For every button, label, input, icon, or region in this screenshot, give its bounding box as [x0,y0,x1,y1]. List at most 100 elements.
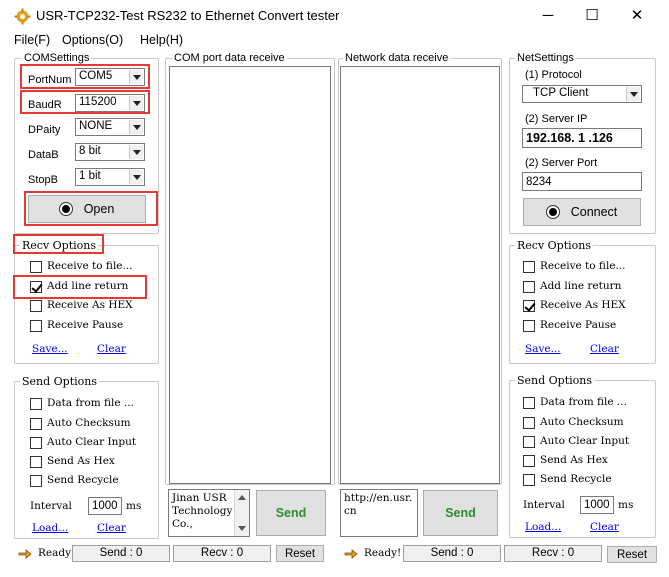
protocol-select[interactable]: TCP Client [522,85,642,103]
left-clear-send-link[interactable]: Clear [97,522,126,534]
record-icon [546,206,559,218]
left-auto-clear-input-checkbox[interactable] [30,437,42,449]
left-send-title: Send Options [20,375,100,388]
right-status-recv: Recv : 0 [504,545,602,562]
scroll-down-icon[interactable] [235,524,250,534]
chevron-down-icon[interactable] [129,145,143,159]
highlight-port [20,64,150,89]
left-receive-to-file-checkbox[interactable] [30,261,42,273]
right-interval-input[interactable] [580,496,614,514]
right-recv-title: Recv Options [515,239,594,252]
right-save-link[interactable]: Save... [525,343,561,355]
com-send-text: Jinan USR Technology Co., [172,492,233,530]
right-clear-recv-link[interactable]: Clear [590,343,619,355]
highlight-add-line-return [13,275,147,299]
net-receive-title: Network data receive [343,52,451,64]
right-auto-checksum-label: Auto Checksum [540,416,624,428]
left-interval-input[interactable] [88,497,122,515]
left-send-as-hex-label: Send As Hex [47,455,115,467]
left-receive-as-hex-checkbox[interactable] [30,300,42,312]
right-data-from-file-label: Data from file ... [540,396,627,408]
minimize-button[interactable]: ─ [528,4,568,28]
right-receive-as-hex-checkbox[interactable] [523,300,535,312]
menu-help[interactable]: Help(H) [140,33,183,47]
right-auto-clear-input-checkbox[interactable] [523,436,535,448]
left-auto-clear-input-label: Auto Clear Input [47,436,137,448]
hand-point-icon [18,549,32,559]
net-receive-pane[interactable] [340,66,500,484]
left-clear-recv-link[interactable]: Clear [97,343,126,355]
com-receive-title: COM port data receive [172,52,287,64]
left-load-link[interactable]: Load... [32,522,68,534]
right-reset-button[interactable]: Reset [607,546,657,563]
right-send-as-hex-label: Send As Hex [540,454,608,466]
right-send-title: Send Options [515,374,595,387]
stopbits-select[interactable]: 1 bit [75,168,145,186]
right-interval-unit: ms [618,499,634,511]
chevron-down-icon[interactable] [129,170,143,184]
right-add-line-return-label: Add line return [540,280,622,292]
server-ip-label: (2) Server IP [525,113,588,125]
right-data-from-file-checkbox[interactable] [523,397,535,409]
com-receive-pane[interactable] [169,66,331,484]
parity-value: NONE [79,120,113,132]
protocol-label: (1) Protocol [525,69,582,81]
left-status-ready: Ready [38,547,72,559]
right-status-ready: Ready! [364,547,402,559]
highlight-recv-options [13,234,104,254]
right-add-line-return-checkbox[interactable] [523,281,535,293]
left-receive-pause-checkbox[interactable] [30,320,42,332]
connect-button[interactable]: Connect [523,198,641,226]
right-send-as-hex-checkbox[interactable] [523,455,535,467]
left-receive-pause-label: Receive Pause [47,319,124,331]
left-data-from-file-checkbox[interactable] [30,398,42,410]
left-receive-to-file-label: Receive to file... [47,260,133,272]
left-save-link[interactable]: Save... [32,343,68,355]
com-send-button[interactable]: Send [256,490,326,536]
right-interval-label: Interval [523,499,565,511]
close-button[interactable]: ✕ [617,4,657,28]
app-icon [14,8,31,25]
right-receive-as-hex-label: Receive As HEX [540,299,626,311]
com-send-input[interactable]: Jinan USR Technology Co., [168,489,250,537]
hand-point-icon [344,549,358,559]
right-auto-checksum-checkbox[interactable] [523,417,535,429]
left-interval-field[interactable] [89,498,121,514]
chevron-down-icon[interactable] [626,87,640,101]
menu-file[interactable]: File(F) [14,33,50,47]
left-send-recycle-checkbox[interactable] [30,475,42,487]
left-auto-checksum-label: Auto Checksum [47,417,131,429]
server-ip-input[interactable] [522,128,642,148]
right-load-link[interactable]: Load... [525,521,561,533]
highlight-baud [20,90,150,114]
server-port-input[interactable] [522,172,642,191]
connect-button-label: Connect [570,205,618,219]
com-send-scrollbar[interactable] [234,490,249,536]
net-send-input[interactable]: http://en.usr.cn [340,489,418,537]
left-auto-checksum-checkbox[interactable] [30,418,42,430]
left-reset-button[interactable]: Reset [276,545,324,562]
databits-select[interactable]: 8 bit [75,143,145,161]
chevron-down-icon[interactable] [129,120,143,134]
right-send-recycle-checkbox[interactable] [523,474,535,486]
left-status-send: Send : 0 [72,545,170,562]
left-interval-unit: ms [126,500,142,512]
databits-label: DataB [28,149,59,161]
window-title: USR-TCP232-Test RS232 to Ethernet Conver… [36,8,340,23]
net-send-button[interactable]: Send [423,490,498,536]
server-ip-field[interactable] [523,129,641,147]
right-interval-field[interactable] [581,497,613,513]
parity-select[interactable]: NONE [75,118,145,136]
scroll-up-icon[interactable] [235,492,250,502]
protocol-value: TCP Client [533,87,589,99]
left-send-as-hex-checkbox[interactable] [30,456,42,468]
menu-options[interactable]: Options(O) [62,33,123,47]
server-port-field[interactable] [523,173,641,190]
right-receive-to-file-checkbox[interactable] [523,261,535,273]
maximize-button[interactable]: ☐ [572,4,612,28]
right-clear-send-link[interactable]: Clear [590,521,619,533]
net-send-text: http://en.usr.cn [344,492,413,517]
highlight-open [24,191,158,226]
left-data-from-file-label: Data from file ... [47,397,134,409]
right-receive-pause-checkbox[interactable] [523,320,535,332]
